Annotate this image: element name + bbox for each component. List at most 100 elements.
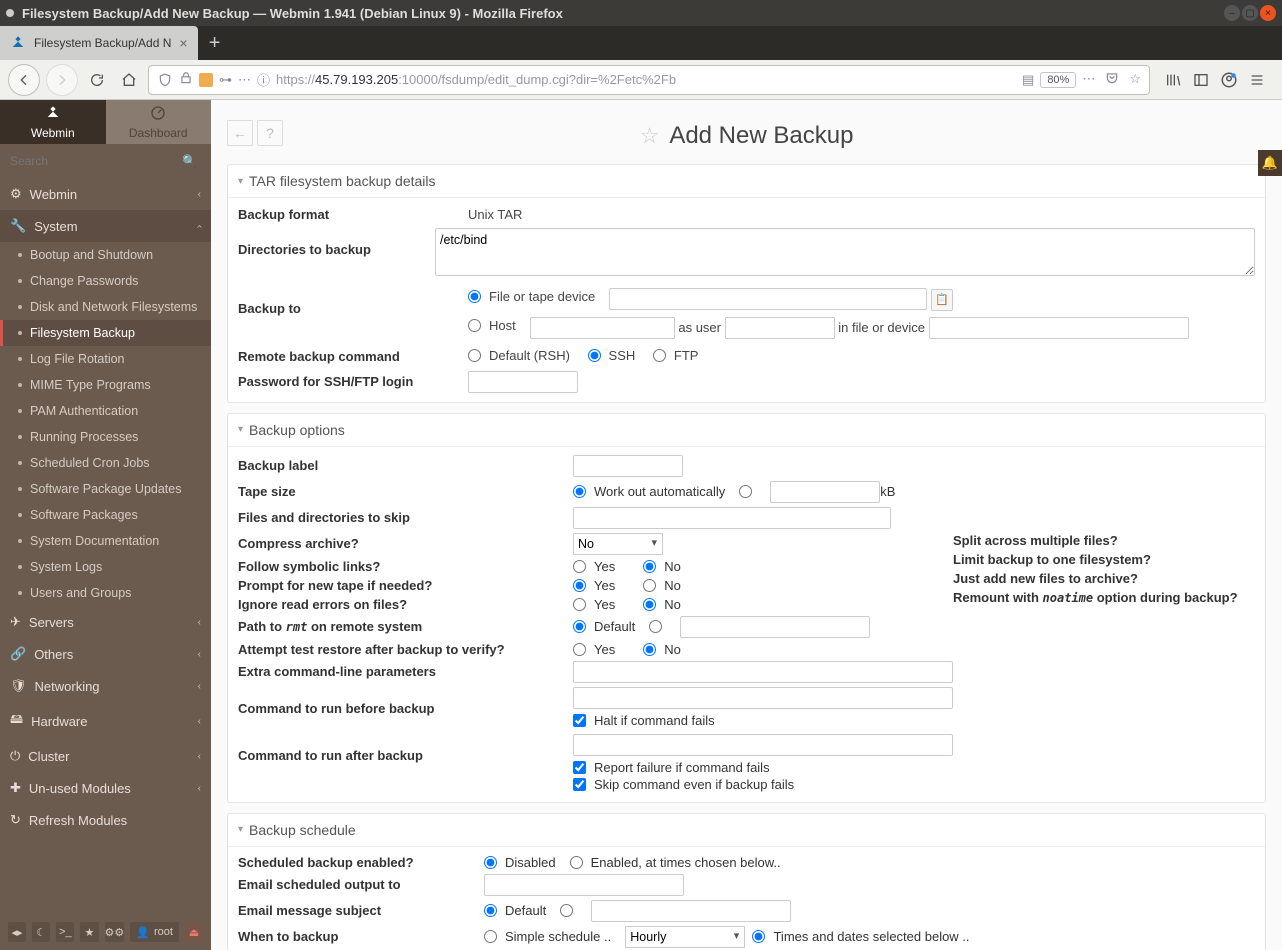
cmd-after-input[interactable]: [573, 734, 953, 756]
rmt-path-input[interactable]: [680, 616, 870, 638]
nav-sub-users-and-groups[interactable]: Users and Groups: [0, 580, 211, 606]
nav-sub-software-packages[interactable]: Software Packages: [0, 502, 211, 528]
extra-params-input[interactable]: [573, 661, 953, 683]
check-report[interactable]: Report failure if command fails: [573, 760, 770, 775]
email-subject-input[interactable]: [591, 900, 791, 922]
nav-sub-change-passwords[interactable]: Change Passwords: [0, 268, 211, 294]
minimize-button[interactable]: –: [1224, 5, 1240, 21]
nav-sub-running-processes[interactable]: Running Processes: [0, 424, 211, 450]
radio-rmt-custom[interactable]: [649, 620, 666, 633]
radio-sched-enabled[interactable]: Enabled, at times chosen below..: [570, 855, 781, 870]
lock-warning-icon[interactable]: [179, 71, 193, 88]
bookmark-star-icon[interactable]: ☆: [1129, 71, 1141, 88]
file-picker-button[interactable]: 📋: [931, 289, 953, 311]
forward-button[interactable]: [46, 64, 78, 96]
radio-rmt-default[interactable]: Default: [573, 619, 635, 634]
radio-follow-yes[interactable]: Yes: [573, 559, 615, 574]
panel-head-tar[interactable]: ▾TAR filesystem backup details: [228, 165, 1265, 198]
nav-cluster[interactable]: ⏻Cluster‹: [0, 740, 211, 772]
favorites-button[interactable]: ★: [80, 922, 98, 942]
browser-tab[interactable]: Filesystem Backup/Add N ×: [0, 26, 198, 60]
page-action-icon[interactable]: ⋯: [1082, 71, 1095, 88]
radio-attempt-no[interactable]: No: [643, 642, 681, 657]
menu-hamburger-icon[interactable]: [1248, 71, 1266, 89]
collapse-sidebar-button[interactable]: ◂▸: [8, 922, 26, 942]
terminal-button[interactable]: >_: [56, 922, 74, 942]
host-input[interactable]: [530, 317, 675, 339]
sidebar-tab-webmin[interactable]: Webmin: [0, 100, 106, 144]
radio-ftp[interactable]: FTP: [653, 348, 699, 363]
favorite-star-icon[interactable]: ☆: [640, 123, 660, 149]
radio-ignore-no[interactable]: No: [643, 597, 681, 612]
permission-key-icon[interactable]: ⊶: [219, 72, 232, 88]
back-module-button[interactable]: ←: [227, 120, 253, 146]
as-user-input[interactable]: [725, 317, 835, 339]
nav-sub-log-file-rotation[interactable]: Log File Rotation: [0, 346, 211, 372]
tracking-shield-icon[interactable]: [157, 72, 173, 88]
nav-system[interactable]: 🔧System‹: [0, 210, 211, 242]
directories-textarea[interactable]: /etc/bind: [435, 228, 1255, 276]
radio-file-device[interactable]: File or tape device: [468, 289, 595, 304]
radio-tape-kb[interactable]: [739, 485, 756, 498]
radio-ssh[interactable]: SSH: [588, 348, 636, 363]
nav-sub-pam-authentication[interactable]: PAM Authentication: [0, 398, 211, 424]
email-output-input[interactable]: [484, 874, 684, 896]
nav-sub-filesystem-backup[interactable]: Filesystem Backup: [0, 320, 211, 346]
nav-webmin[interactable]: ⚙Webmin‹: [0, 178, 211, 210]
check-halt[interactable]: Halt if command fails: [573, 713, 715, 728]
permission-extra-icon[interactable]: ⋯: [238, 72, 251, 88]
files-skip-input[interactable]: [573, 507, 891, 529]
tape-kb-input[interactable]: [770, 481, 880, 503]
settings-cogs-button[interactable]: ⚙⚙: [105, 922, 125, 942]
radio-prompt-no[interactable]: No: [643, 578, 681, 593]
radio-prompt-yes[interactable]: Yes: [573, 578, 615, 593]
account-icon[interactable]: [1220, 71, 1238, 89]
nav-refresh[interactable]: ↻Refresh Modules: [0, 804, 211, 836]
radio-attempt-yes[interactable]: Yes: [573, 642, 615, 657]
back-button[interactable]: [8, 64, 40, 96]
nav-sub-bootup-and-shutdown[interactable]: Bootup and Shutdown: [0, 242, 211, 268]
radio-tape-auto[interactable]: Work out automatically: [573, 484, 725, 499]
radio-default-rsh[interactable]: Default (RSH): [468, 348, 570, 363]
nav-sub-scheduled-cron-jobs[interactable]: Scheduled Cron Jobs: [0, 450, 211, 476]
user-badge[interactable]: 👤root: [130, 922, 179, 942]
sidebar-icon[interactable]: [1192, 71, 1210, 89]
check-skipcmd[interactable]: Skip command even if backup fails: [573, 777, 794, 792]
compress-select[interactable]: No: [573, 533, 663, 555]
radio-subject-custom[interactable]: [560, 904, 577, 917]
cmd-before-input[interactable]: [573, 687, 953, 709]
radio-subject-default[interactable]: Default: [484, 903, 546, 918]
panel-head-options[interactable]: ▾Backup options: [228, 414, 1265, 447]
search-icon[interactable]: 🔍: [182, 154, 197, 168]
radio-sched-disabled[interactable]: Disabled: [484, 855, 556, 870]
tab-close-icon[interactable]: ×: [179, 35, 187, 51]
new-tab-button[interactable]: +: [198, 26, 232, 60]
radio-follow-no[interactable]: No: [643, 559, 681, 574]
radio-times-selected[interactable]: Times and dates selected below ..: [752, 929, 969, 944]
nav-servers[interactable]: ✈Servers‹: [0, 606, 211, 638]
close-button[interactable]: ×: [1260, 5, 1276, 21]
nav-sub-mime-type-programs[interactable]: MIME Type Programs: [0, 372, 211, 398]
nav-sub-disk-and-network-filesystems[interactable]: Disk and Network Filesystems: [0, 294, 211, 320]
nav-sub-software-package-updates[interactable]: Software Package Updates: [0, 476, 211, 502]
radio-ignore-yes[interactable]: Yes: [573, 597, 615, 612]
nav-unused[interactable]: ✚Un-used Modules‹: [0, 772, 211, 804]
sidebar-tab-dashboard[interactable]: Dashboard: [106, 100, 212, 144]
reader-mode-icon[interactable]: ▤: [1022, 72, 1034, 88]
maximize-button[interactable]: ▢: [1242, 5, 1258, 21]
nav-others[interactable]: 🔗Others‹: [0, 638, 211, 670]
nav-sub-system-documentation[interactable]: System Documentation: [0, 528, 211, 554]
logout-button[interactable]: ⏏: [185, 922, 203, 942]
radio-host[interactable]: Host: [468, 318, 516, 333]
night-mode-button[interactable]: ☾: [32, 922, 50, 942]
radio-simple-schedule[interactable]: Simple schedule ..: [484, 929, 611, 944]
zoom-level[interactable]: 80%: [1040, 72, 1076, 88]
nav-sub-system-logs[interactable]: System Logs: [0, 554, 211, 580]
simple-schedule-select[interactable]: Hourly: [625, 926, 745, 948]
pocket-icon[interactable]: [1105, 71, 1119, 88]
reload-button[interactable]: [84, 67, 110, 93]
home-button[interactable]: [116, 67, 142, 93]
remote-file-input[interactable]: [929, 317, 1189, 339]
nav-networking[interactable]: 🛡Networking‹: [0, 670, 211, 702]
backup-label-input[interactable]: [573, 455, 683, 477]
